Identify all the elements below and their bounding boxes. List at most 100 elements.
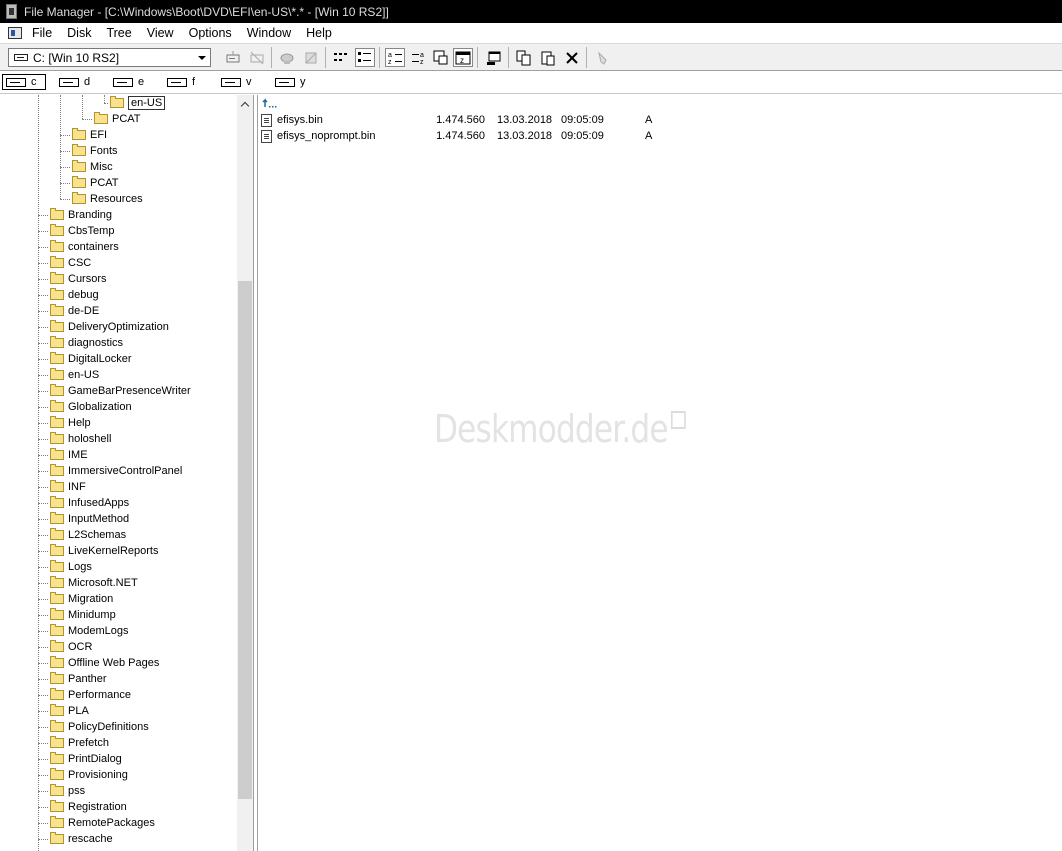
view-name-button[interactable] (331, 48, 351, 67)
file-row[interactable]: efisys_noprompt.bin 1.474.560 13.03.2018 09… (261, 128, 665, 144)
tree-item[interactable]: Panther (50, 671, 107, 687)
share-button[interactable] (277, 48, 297, 67)
tree-item[interactable]: ImmersiveControlPanel (50, 463, 182, 479)
menu-options[interactable]: Options (189, 26, 232, 40)
tree-item[interactable]: RemotePackages (50, 815, 155, 831)
tree-item[interactable]: en-US (110, 95, 166, 111)
tree-vertical-scrollbar[interactable] (237, 95, 253, 851)
tree-item[interactable]: InputMethod (50, 511, 129, 527)
tree-item[interactable]: Offline Web Pages (50, 655, 159, 671)
file-row[interactable]: efisys.bin 1.474.560 13.03.2018 09:05:09 A (261, 112, 665, 128)
file-list[interactable]: efisys.bin 1.474.560 13.03.2018 09:05:09 Aef… (258, 95, 1062, 851)
menu-view[interactable]: View (147, 26, 174, 40)
tree-item[interactable]: InfusedApps (50, 495, 129, 511)
tree-item[interactable]: holoshell (50, 431, 111, 447)
tree-item[interactable]: GameBarPresenceWriter (50, 383, 191, 399)
drive-f[interactable]: f (164, 74, 195, 90)
tree-item[interactable]: Migration (50, 591, 113, 607)
tree-item[interactable]: containers (50, 239, 119, 255)
folder-icon (50, 512, 64, 524)
chevron-down-icon[interactable] (195, 51, 208, 64)
drive-icon (14, 54, 28, 61)
tree-item[interactable]: LiveKernelReports (50, 543, 159, 559)
tree-item[interactable]: OCR (50, 639, 92, 655)
tree-item[interactable]: de-DE (50, 303, 99, 319)
tree-item[interactable]: CSC (50, 255, 91, 271)
sort-by-name-button[interactable]: az (385, 48, 405, 67)
tree-item[interactable]: Logs (50, 559, 92, 575)
tree-item[interactable]: IME (50, 447, 88, 463)
tree-item[interactable]: Branding (50, 207, 112, 223)
tree-item[interactable]: DigitalLocker (50, 351, 132, 367)
scroll-up-arrow-icon[interactable] (237, 95, 253, 112)
tree-item[interactable]: Misc (72, 159, 113, 175)
scrollbar-thumb[interactable] (238, 281, 252, 799)
tree-item[interactable]: Globalization (50, 399, 132, 415)
folder-icon (50, 624, 64, 636)
drive-v[interactable]: v (218, 74, 252, 90)
tree-item[interactable]: Microsoft.NET (50, 575, 138, 591)
tree-item[interactable]: L2Schemas (50, 527, 126, 543)
tree-item[interactable]: CbsTemp (50, 223, 114, 239)
child-window-system-icon[interactable] (8, 26, 22, 39)
tree-item[interactable]: PCAT (94, 111, 141, 127)
tree-item[interactable]: Performance (50, 687, 131, 703)
copy-button[interactable] (514, 48, 534, 67)
menu-tree[interactable]: Tree (106, 26, 131, 40)
tree-item-label: debug (68, 289, 99, 301)
tree-item[interactable]: EFI (72, 127, 107, 143)
tree-item-label: Panther (68, 673, 107, 685)
tree-item[interactable]: Cursors (50, 271, 107, 287)
new-window-button[interactable] (431, 48, 451, 67)
drive-y[interactable]: y (272, 74, 306, 90)
tree-item[interactable]: en-US (50, 367, 99, 383)
tree-connector (38, 407, 48, 408)
drive-c[interactable]: c (2, 74, 46, 90)
directory-tree[interactable]: en-US PCAT EFI Fonts Misc PCAT Resources Brandi… (0, 95, 237, 851)
paste-button[interactable] (538, 48, 558, 67)
tree-connector (38, 535, 48, 536)
tree-connector (38, 791, 48, 792)
menu-help[interactable]: Help (306, 26, 332, 40)
delete-icon (566, 51, 578, 64)
delete-button[interactable] (562, 48, 582, 67)
connect-drive-button[interactable] (223, 48, 243, 67)
tree-item[interactable]: Fonts (72, 143, 118, 159)
undo-button[interactable] (593, 48, 613, 67)
tree-item[interactable]: debug (50, 287, 99, 303)
menu-window[interactable]: Window (247, 26, 291, 40)
sort-by-type-button[interactable]: az (409, 48, 429, 67)
disconnect-drive-button[interactable] (247, 48, 267, 67)
tree-item[interactable]: diagnostics (50, 335, 123, 351)
tree-item[interactable]: PLA (50, 703, 89, 719)
drive-dropdown[interactable]: C: [Win 10 RS2] (8, 48, 211, 67)
toolbar-separator (586, 47, 587, 68)
drive-label: f (192, 76, 196, 88)
stop-sharing-button[interactable] (301, 48, 321, 67)
tree-item[interactable]: Resources (72, 191, 143, 207)
tree-connector (60, 183, 70, 184)
view-details-button[interactable] (355, 48, 375, 67)
tree-item[interactable]: PCAT (72, 175, 119, 191)
tree-item[interactable]: Help (50, 415, 91, 431)
tree-item[interactable]: Provisioning (50, 767, 128, 783)
menu-file[interactable]: File (32, 26, 52, 40)
drive-e[interactable]: e (110, 74, 144, 90)
tree-item[interactable]: Registration (50, 799, 127, 815)
minimize-on-use-button[interactable] (484, 48, 504, 67)
drive-d[interactable]: d (56, 74, 90, 90)
tree-item[interactable]: PolicyDefinitions (50, 719, 149, 735)
tree-item[interactable]: pss (50, 783, 85, 799)
tree-connector (38, 631, 48, 632)
file-manager-app-icon[interactable] (6, 4, 17, 19)
parent-folder-icon[interactable] (261, 97, 279, 109)
properties-button[interactable]: z (453, 48, 473, 67)
tree-item[interactable]: rescache (50, 831, 113, 847)
tree-item[interactable]: DeliveryOptimization (50, 319, 169, 335)
tree-item[interactable]: Minidump (50, 607, 116, 623)
tree-item[interactable]: Prefetch (50, 735, 109, 751)
tree-item[interactable]: PrintDialog (50, 751, 122, 767)
tree-item[interactable]: INF (50, 479, 86, 495)
menu-disk[interactable]: Disk (67, 26, 91, 40)
tree-item[interactable]: ModemLogs (50, 623, 129, 639)
